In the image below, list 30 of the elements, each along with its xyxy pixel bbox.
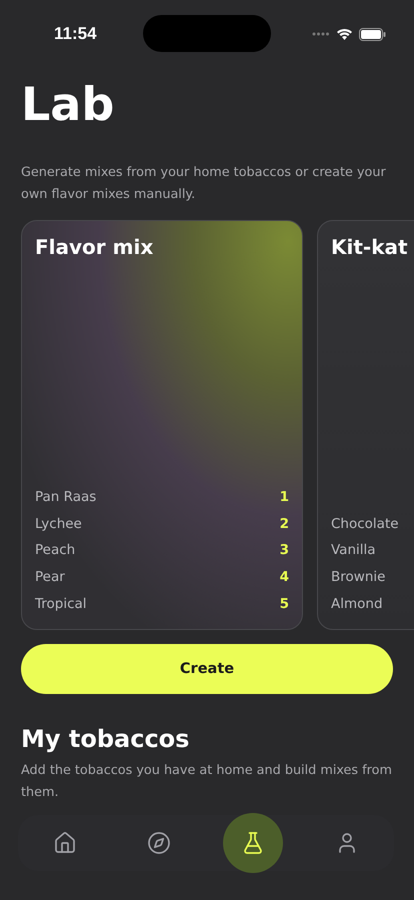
status-time: 11:54 bbox=[54, 24, 97, 44]
flavor-rank: 1 bbox=[280, 488, 289, 505]
flavor-name: Almond bbox=[331, 596, 383, 612]
flavor-name: Brownie bbox=[331, 568, 386, 585]
flavor-rank: 3 bbox=[280, 542, 289, 558]
home-icon bbox=[53, 831, 77, 855]
flask-icon bbox=[241, 831, 265, 855]
mix-title: Kit-kat bbox=[331, 235, 409, 259]
mix-card[interactable]: Flavor mix Pan Raas 1 Lychee 2 Peach 3 Pear 4 Tropical 5 bbox=[21, 220, 303, 630]
mix-title: Flavor mix bbox=[35, 235, 154, 259]
mix-card[interactable]: Kit-kat Chocolate Vanilla Brownie Almond bbox=[317, 220, 414, 630]
flavor-name: Vanilla bbox=[331, 542, 376, 558]
page-title: Lab bbox=[21, 76, 116, 133]
flavor-name: Pan Raas bbox=[35, 488, 96, 505]
battery-icon bbox=[359, 28, 386, 40]
flavor-name: Tropical bbox=[35, 596, 87, 612]
flavor-name: Lychee bbox=[35, 516, 82, 532]
create-button[interactable]: Create bbox=[21, 644, 393, 694]
signal-icon bbox=[312, 32, 330, 36]
flavor-rank: 4 bbox=[280, 568, 289, 585]
compass-icon bbox=[147, 831, 171, 855]
page-description: Generate mixes from your home tobaccos or create your own flavor mixes manually. bbox=[21, 164, 387, 204]
flavor-name: Chocolate bbox=[331, 516, 399, 532]
section-title: My tobaccos bbox=[21, 724, 190, 754]
section-description: Add the tobaccos you have at home and build mixes from them. bbox=[21, 762, 393, 802]
flavor-name: Peach bbox=[35, 542, 76, 558]
flavor-rank: 5 bbox=[280, 596, 289, 612]
flavor-rank: 2 bbox=[280, 516, 289, 532]
wifi-icon bbox=[336, 28, 353, 40]
flavor-name: Pear bbox=[35, 568, 65, 585]
